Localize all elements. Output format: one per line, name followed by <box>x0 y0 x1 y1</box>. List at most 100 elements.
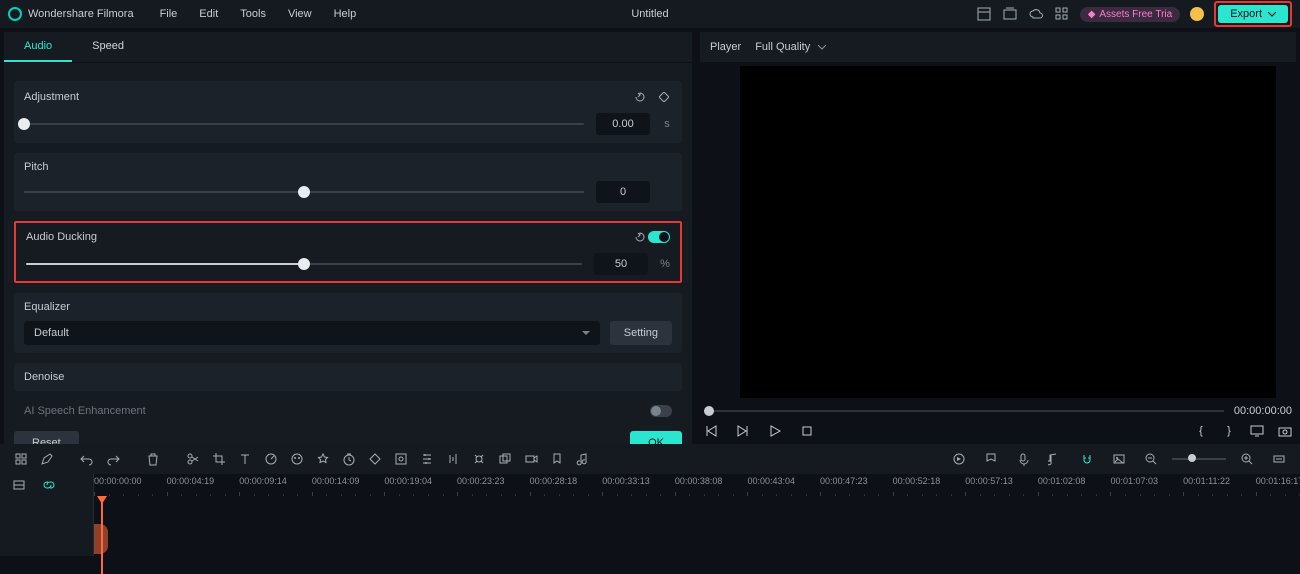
adjustment-section: Adjustment s <box>14 81 682 143</box>
timeline-ruler[interactable]: 00:00:00:0000:00:04:1900:00:09:1400:00:1… <box>0 474 1300 496</box>
track-clip[interactable] <box>94 524 108 554</box>
menu-tools[interactable]: Tools <box>230 4 276 24</box>
undo-icon[interactable] <box>76 448 98 470</box>
export-highlight: Export <box>1214 1 1292 27</box>
select-tool-icon[interactable] <box>10 448 32 470</box>
main-area: Audio Speed ♪ Selena_Gomez_-_My_Mind_Me_… <box>0 28 1300 444</box>
audio-sync-icon[interactable] <box>1044 448 1066 470</box>
ai-speech-toggle[interactable] <box>650 405 672 417</box>
speed-icon[interactable] <box>260 448 282 470</box>
scrub-slider[interactable] <box>704 410 1224 412</box>
quality-select[interactable]: Full Quality <box>755 41 826 53</box>
player-bar: Player Full Quality <box>700 32 1296 62</box>
audio-ducking-value[interactable] <box>594 253 648 275</box>
tab-audio[interactable]: Audio <box>4 32 72 62</box>
zoom-out-icon[interactable] <box>1140 448 1162 470</box>
ruler-tick: 00:00:28:18 <box>530 476 578 486</box>
color-icon[interactable] <box>286 448 308 470</box>
document-title: Untitled <box>631 8 668 20</box>
adjust-icon[interactable] <box>416 448 438 470</box>
ok-button[interactable]: OK <box>630 431 682 444</box>
brace-open-icon[interactable]: { <box>1194 424 1208 438</box>
ruler-tick: 00:00:19:04 <box>384 476 432 486</box>
delete-icon[interactable] <box>142 448 164 470</box>
properties-pane: Audio Speed ♪ Selena_Gomez_-_My_Mind_Me_… <box>4 32 692 444</box>
audio-ducking-highlight: Audio Ducking % <box>14 221 682 283</box>
greenscreen-icon[interactable] <box>390 448 412 470</box>
marker-icon[interactable] <box>546 448 568 470</box>
reset-ducking-icon[interactable] <box>632 229 648 245</box>
adjustment-value[interactable] <box>596 113 650 135</box>
transport-bar: { } <box>700 418 1296 444</box>
next-frame-icon[interactable] <box>736 424 750 438</box>
effects-icon[interactable] <box>312 448 334 470</box>
ruler-tick: 00:01:07:03 <box>1110 476 1158 486</box>
pitch-value[interactable] <box>596 181 650 203</box>
scrub-row: 00:00:00:00 <box>700 404 1296 418</box>
play-icon[interactable] <box>768 424 782 438</box>
marker2-icon[interactable] <box>980 448 1002 470</box>
group-icon[interactable] <box>494 448 516 470</box>
denoise-section[interactable]: Denoise <box>14 363 682 391</box>
render-icon[interactable] <box>948 448 970 470</box>
redo-icon[interactable] <box>102 448 124 470</box>
menu-view[interactable]: View <box>278 4 322 24</box>
adjustment-slider[interactable] <box>24 117 584 131</box>
timeline-toolbar <box>0 444 1300 474</box>
timeline-tracks[interactable] <box>0 496 1300 556</box>
apps-icon[interactable] <box>1054 6 1070 22</box>
ruler-tick: 00:00:52:18 <box>893 476 941 486</box>
crop-icon[interactable] <box>208 448 230 470</box>
export-button[interactable]: Export <box>1218 5 1288 23</box>
track-list-icon[interactable] <box>8 474 30 496</box>
zoom-fit-icon[interactable] <box>1268 448 1290 470</box>
record-icon[interactable] <box>520 448 542 470</box>
audio-ducking-label: Audio Ducking <box>26 231 97 243</box>
scrub-thumb[interactable] <box>704 406 714 416</box>
reset-button[interactable]: Reset <box>14 431 79 444</box>
timer-icon[interactable] <box>338 448 360 470</box>
cloud-icon[interactable] <box>1028 6 1044 22</box>
split-icon[interactable] <box>182 448 204 470</box>
pitch-slider[interactable] <box>24 185 584 199</box>
music-beat-icon[interactable] <box>572 448 594 470</box>
voiceover-icon[interactable] <box>1012 448 1034 470</box>
snapshot-icon[interactable] <box>1278 424 1292 438</box>
zoom-in-icon[interactable] <box>1236 448 1258 470</box>
ruler-tick: 00:00:04:19 <box>167 476 215 486</box>
zoom-slider[interactable] <box>1172 458 1226 460</box>
timeline-area: 00:00:00:0000:00:04:1900:00:09:1400:00:1… <box>0 444 1300 556</box>
ruler-tick: 00:01:16:17 <box>1256 476 1300 486</box>
edit-tool-icon[interactable] <box>36 448 58 470</box>
library-icon[interactable] <box>1002 6 1018 22</box>
audio-ducking-toggle[interactable] <box>648 231 670 243</box>
menu-file[interactable]: File <box>150 4 188 24</box>
prev-frame-icon[interactable] <box>704 424 718 438</box>
keyframe-icon[interactable] <box>364 448 386 470</box>
chevron-down-icon <box>818 45 826 50</box>
brace-close-icon[interactable]: } <box>1222 424 1236 438</box>
equalizer-preset-select[interactable]: Default <box>24 321 600 345</box>
display-icon[interactable] <box>1250 424 1264 438</box>
audio-mixer-icon[interactable] <box>442 448 464 470</box>
menu-help[interactable]: Help <box>324 4 367 24</box>
link-icon[interactable] <box>38 474 60 496</box>
motion-track-icon[interactable] <box>468 448 490 470</box>
snap-icon[interactable] <box>1076 448 1098 470</box>
thumbnail-icon[interactable] <box>1108 448 1130 470</box>
audio-ducking-slider[interactable] <box>26 257 582 271</box>
text-icon[interactable] <box>234 448 256 470</box>
tab-speed[interactable]: Speed <box>72 32 144 62</box>
layout-icon[interactable] <box>976 6 992 22</box>
stop-icon[interactable] <box>800 424 814 438</box>
equalizer-section: Equalizer Default Setting <box>14 293 682 353</box>
user-avatar[interactable] <box>1190 7 1204 21</box>
ruler-tick: 00:00:57:13 <box>965 476 1013 486</box>
equalizer-setting-button[interactable]: Setting <box>610 321 672 345</box>
keyframe-adjustment-icon[interactable] <box>656 89 672 105</box>
assets-free-trial-pill[interactable]: ◆ Assets Free Tria <box>1080 7 1181 22</box>
video-preview[interactable] <box>740 66 1276 398</box>
menu-edit[interactable]: Edit <box>189 4 228 24</box>
reset-adjustment-icon[interactable] <box>632 89 648 105</box>
title-bar: Wondershare Filmora File Edit Tools View… <box>0 0 1300 28</box>
